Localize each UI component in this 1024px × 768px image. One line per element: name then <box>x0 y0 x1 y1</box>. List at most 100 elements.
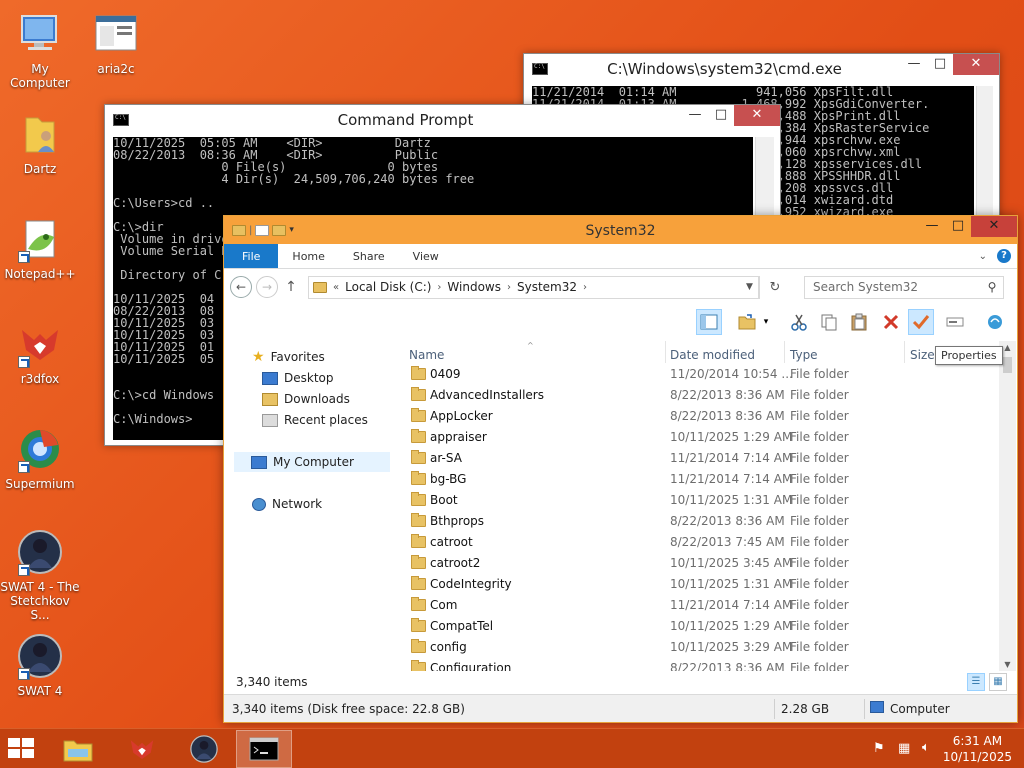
desktop-icon-notepadpp[interactable]: Notepad++ <box>0 215 80 281</box>
scrollbar-thumb[interactable] <box>1003 357 1012 373</box>
table-row[interactable]: AdvancedInstallers 8/22/2013 8:36 AM File … <box>394 385 984 406</box>
table-row[interactable]: config 10/11/2025 3:29 AM File folder <box>394 637 984 658</box>
nav-desktop[interactable]: Desktop <box>262 371 334 385</box>
start-button[interactable] <box>8 738 36 760</box>
file-list-scrollbar[interactable]: ▲ ▼ <box>999 341 1016 671</box>
column-header-size[interactable]: Size <box>910 344 935 366</box>
breadcrumb-overflow[interactable]: « <box>333 282 339 293</box>
file-list[interactable]: Name ^ Date modified Type Size 0409 11/20… <box>394 341 1001 671</box>
address-dropdown-icon[interactable]: ▼ <box>741 276 759 298</box>
up-button[interactable]: ↑ <box>282 279 300 295</box>
console-scrollbar[interactable] <box>976 86 993 216</box>
tray-volume-icon[interactable]: 🔈︎ <box>922 740 930 768</box>
title-bar[interactable]: Command Prompt — □ ✕ <box>105 105 780 135</box>
close-button[interactable]: ✕ <box>953 54 999 75</box>
maximize-button[interactable]: □ <box>945 216 971 237</box>
breadcrumb-chevron-icon[interactable]: › <box>583 282 587 293</box>
navigation-pane-button[interactable] <box>696 309 722 335</box>
table-row[interactable]: AppLocker 8/22/2013 8:36 AM File folder <box>394 406 984 427</box>
column-header-name[interactable]: Name <box>409 344 444 366</box>
new-folder-icon[interactable] <box>272 224 287 236</box>
minimize-button[interactable]: — <box>682 105 708 126</box>
maximize-button[interactable]: □ <box>708 105 734 126</box>
nav-favorites[interactable]: ★ Favorites <box>252 349 325 365</box>
minimize-button[interactable]: — <box>901 54 927 75</box>
chevron-down-icon[interactable]: ▾ <box>289 225 294 235</box>
refresh-button[interactable]: ↻ <box>764 280 786 295</box>
tray-network-icon[interactable]: ▦ <box>898 741 910 768</box>
copy-icon[interactable] <box>816 309 842 335</box>
properties-icon[interactable] <box>255 224 270 236</box>
table-row[interactable]: Com 11/21/2014 7:14 AM File folder <box>394 595 984 616</box>
scroll-down-icon[interactable]: ▼ <box>999 660 1016 669</box>
title-bar[interactable]: C:\Windows\system32\cmd.exe — □ ✕ <box>524 54 999 84</box>
nav-my-computer[interactable]: My Computer <box>234 452 390 472</box>
address-bar[interactable]: « Local Disk (C:) › Windows › System32 ›… <box>308 275 760 299</box>
close-button[interactable]: ✕ <box>734 105 780 126</box>
breadcrumb-item[interactable]: System32 <box>517 280 577 294</box>
chevron-down-icon[interactable]: ▾ <box>760 309 772 335</box>
back-button[interactable]: ← <box>230 276 252 298</box>
table-row[interactable]: 0409 11/20/2014 10:54 ... File folder <box>394 364 984 385</box>
column-header-type[interactable]: Type <box>790 344 818 366</box>
taskbar-explorer[interactable] <box>50 730 106 768</box>
forward-button[interactable]: → <box>256 276 278 298</box>
table-row[interactable]: ar-SA 11/21/2014 7:14 AM File folder <box>394 448 984 469</box>
table-row[interactable]: bg-BG 11/21/2014 7:14 AM File folder <box>394 469 984 490</box>
nav-network[interactable]: Network <box>252 497 322 511</box>
explorer-window[interactable]: | ▾ System32 — □ ✕ File Home Share View … <box>223 215 1018 723</box>
column-separator[interactable] <box>665 341 666 363</box>
desktop-icon-label: Supermium <box>5 477 75 491</box>
breadcrumb-item[interactable]: Windows <box>447 280 501 294</box>
breadcrumb-chevron-icon[interactable]: › <box>507 282 511 293</box>
minimize-button[interactable]: — <box>919 216 945 237</box>
clock-time: 6:31 AM <box>952 734 1003 748</box>
tab-file[interactable]: File <box>224 244 279 268</box>
table-row[interactable]: CompatTel 10/11/2025 1:29 AM File folder <box>394 616 984 637</box>
paste-icon[interactable] <box>846 309 872 335</box>
tray-flag-icon[interactable]: ⚑ <box>873 741 885 768</box>
tab-view[interactable]: View <box>399 244 453 268</box>
table-row[interactable]: appraiser 10/11/2025 1:29 AM File folder <box>394 427 984 448</box>
close-button[interactable]: ✕ <box>971 216 1017 237</box>
column-separator[interactable] <box>784 341 785 363</box>
rename-icon[interactable] <box>942 309 968 335</box>
help-icon[interactable]: ? <box>997 249 1011 263</box>
table-row[interactable]: Boot 10/11/2025 1:31 AM File folder <box>394 490 984 511</box>
search-input[interactable]: Search System32 ⚲ <box>804 275 1004 299</box>
table-row[interactable]: CodeIntegrity 10/11/2025 1:31 AM File fold… <box>394 574 984 595</box>
desktop-icon-aria2c[interactable]: aria2c <box>76 10 156 76</box>
title-bar[interactable]: | ▾ System32 — □ ✕ <box>224 216 1017 244</box>
desktop-icon-supermium[interactable]: Supermium <box>0 425 80 491</box>
desktop-icon-dartz[interactable]: Dartz <box>0 110 80 176</box>
taskbar-cmd[interactable] <box>236 730 292 768</box>
desktop-icon-swat4-stetchkov[interactable]: SWAT 4 - The Stetchkov S... <box>0 528 80 622</box>
properties-check-icon[interactable] <box>908 309 934 335</box>
move-to-icon[interactable] <box>734 309 760 335</box>
breadcrumb-item[interactable]: Local Disk (C:) <box>345 280 431 294</box>
table-row[interactable]: catroot2 10/11/2025 3:45 AM File folder <box>394 553 984 574</box>
taskbar-swat4[interactable] <box>176 730 232 768</box>
breadcrumb-chevron-icon[interactable]: › <box>437 282 441 293</box>
tab-share[interactable]: Share <box>339 244 399 268</box>
expand-ribbon-icon[interactable]: ⌄ <box>979 251 987 262</box>
desktop-icon-my-computer[interactable]: My Computer <box>0 10 80 90</box>
nav-downloads[interactable]: Downloads <box>262 392 350 406</box>
desktop-icon-swat4[interactable]: SWAT 4 <box>0 632 80 698</box>
clock[interactable]: 6:31 AM 10/11/2025 <box>943 733 1012 765</box>
large-icons-view-button[interactable]: ▦ <box>989 673 1007 691</box>
table-row[interactable]: catroot 8/22/2013 7:45 AM File folder <box>394 532 984 553</box>
maximize-button[interactable]: □ <box>927 54 953 75</box>
delete-icon[interactable] <box>878 309 904 335</box>
desktop-icon-r3dfox[interactable]: r3dfox <box>0 320 80 386</box>
table-row[interactable]: Bthprops 8/22/2013 8:36 AM File folder <box>394 511 984 532</box>
column-header-date[interactable]: Date modified <box>670 344 755 366</box>
sync-icon[interactable] <box>982 309 1008 335</box>
search-icon[interactable]: ⚲ <box>981 280 1003 294</box>
nav-recent-places[interactable]: Recent places <box>262 413 368 427</box>
column-separator[interactable] <box>904 341 905 363</box>
details-view-button[interactable]: ☰ <box>967 673 985 691</box>
tab-home[interactable]: Home <box>278 244 338 268</box>
cut-icon[interactable] <box>786 309 812 335</box>
taskbar-r3dfox[interactable] <box>114 730 170 768</box>
